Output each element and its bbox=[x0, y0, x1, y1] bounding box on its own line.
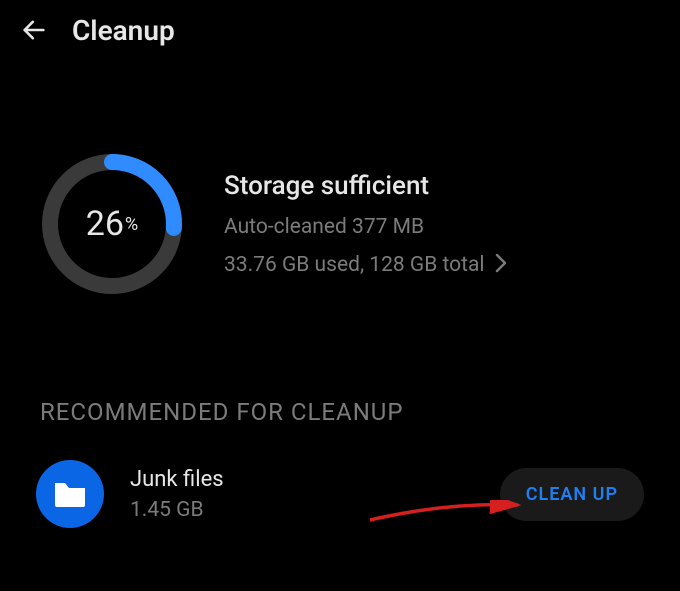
storage-info: Storage sufficient Auto-cleaned 377 MB 3… bbox=[224, 171, 507, 277]
storage-status: Storage sufficient bbox=[224, 171, 507, 201]
cleanup-button[interactable]: CLEAN UP bbox=[500, 468, 644, 521]
storage-donut-chart: 26 % bbox=[36, 148, 188, 300]
arrow-left-icon bbox=[20, 16, 48, 44]
topbar: Cleanup bbox=[0, 0, 680, 60]
percent-value: 26 bbox=[86, 204, 124, 244]
back-button[interactable] bbox=[18, 14, 50, 46]
item-name: Junk files bbox=[130, 467, 224, 492]
storage-detail-row[interactable]: 33.76 GB used, 128 GB total bbox=[224, 253, 507, 277]
item-size: 1.45 GB bbox=[130, 498, 224, 522]
percent-symbol: % bbox=[125, 214, 138, 235]
donut-center-label: 26 % bbox=[36, 148, 188, 300]
storage-auto-cleaned: Auto-cleaned 377 MB bbox=[224, 215, 507, 239]
list-item: Junk files 1.45 GB CLEAN UP bbox=[0, 460, 680, 528]
page-title: Cleanup bbox=[72, 14, 175, 47]
folder-icon bbox=[36, 460, 104, 528]
recommended-heading: RECOMMENDED FOR CLEANUP bbox=[0, 398, 680, 426]
item-text: Junk files 1.45 GB bbox=[130, 467, 224, 522]
chevron-right-icon bbox=[495, 253, 507, 277]
storage-panel: 26 % Storage sufficient Auto-cleaned 377… bbox=[0, 148, 680, 300]
storage-usage-line: 33.76 GB used, 128 GB total bbox=[224, 253, 485, 277]
